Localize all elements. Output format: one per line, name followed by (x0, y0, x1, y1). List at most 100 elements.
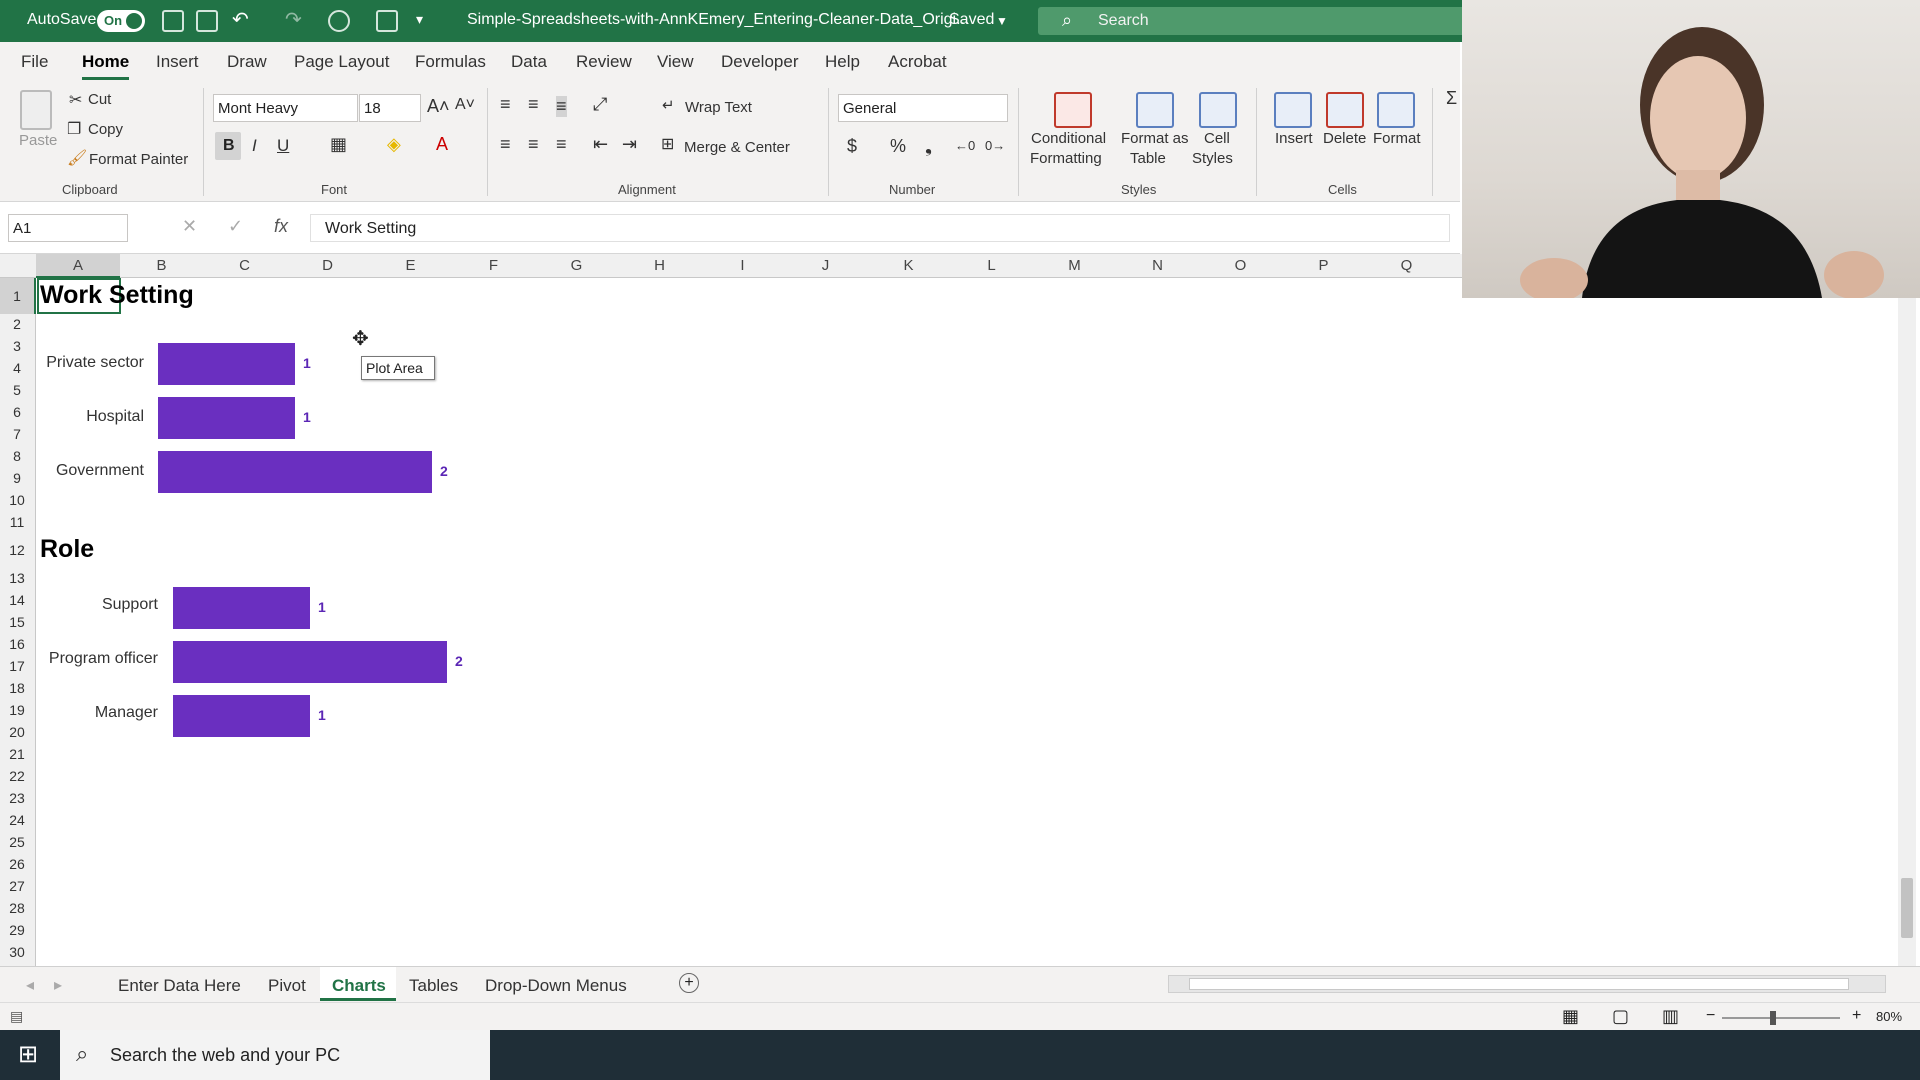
save-icon[interactable] (162, 10, 184, 32)
comma-icon[interactable]: ❟ (925, 136, 932, 157)
bar[interactable] (158, 343, 295, 385)
sheet-tab[interactable]: Drop-Down Menus (485, 976, 627, 996)
font-color-icon[interactable]: A (436, 134, 448, 155)
horizontal-scrollbar[interactable] (1168, 975, 1886, 993)
windows-start-icon[interactable]: ⊞ (18, 1040, 38, 1069)
orientation-icon[interactable]: ⤢ (593, 94, 607, 115)
sheet-tab[interactable]: Tables (409, 976, 458, 996)
redo-icon[interactable]: ↷ (285, 7, 302, 32)
row-header[interactable]: 5 (0, 382, 34, 398)
tab-formulas[interactable]: Formulas (415, 52, 486, 72)
saved-status[interactable]: Saved (949, 11, 994, 29)
autosave-toggle[interactable]: On (97, 10, 145, 32)
sheet-tab[interactable]: Enter Data Here (118, 976, 241, 996)
row-header[interactable]: 15 (0, 614, 34, 630)
customize-qat-icon[interactable]: ▾ (416, 11, 423, 28)
zoom-slider-thumb[interactable] (1770, 1011, 1776, 1025)
align-top-icon[interactable]: ≡ (500, 94, 511, 115)
search-box[interactable]: ⌕ Search (1038, 7, 1468, 35)
enter-icon[interactable]: ✓ (228, 216, 243, 237)
row-header[interactable]: 2 (0, 316, 34, 332)
scrollbar-thumb[interactable] (1901, 878, 1913, 938)
italic-button[interactable]: I (252, 136, 257, 156)
row-header[interactable]: 17 (0, 658, 34, 674)
prev-sheet-icon[interactable]: ◂ (26, 975, 34, 995)
column-header[interactable]: N (1116, 257, 1199, 274)
align-left-icon[interactable]: ≡ (500, 134, 511, 155)
row-header[interactable]: 16 (0, 636, 34, 652)
column-header[interactable]: A (36, 257, 120, 274)
page-break-view-icon[interactable]: ▥ (1662, 1006, 1679, 1027)
row-header[interactable]: 29 (0, 922, 34, 938)
align-right-icon[interactable]: ≡ (556, 134, 567, 155)
row-header[interactable]: 27 (0, 878, 34, 894)
chart-role[interactable]: Role Support Program officer Manager 1 2… (36, 530, 476, 750)
row-header[interactable]: 30 (0, 944, 34, 960)
column-header[interactable]: J (784, 257, 867, 274)
column-header[interactable]: L (950, 257, 1033, 274)
format-as-table-button[interactable]: Format as (1121, 130, 1189, 147)
column-header[interactable]: C (203, 257, 286, 274)
copy-button[interactable]: Copy (88, 121, 123, 138)
formula-input[interactable]: Work Setting (310, 214, 1450, 242)
tab-developer[interactable]: Developer (721, 52, 799, 72)
autosum-icon[interactable]: Σ (1446, 88, 1457, 109)
row-header[interactable]: 4 (0, 360, 34, 376)
chart-work-setting[interactable]: Work Setting Private sector Hospital Gov… (36, 278, 476, 508)
zoom-level[interactable]: 80% (1876, 1009, 1902, 1024)
print-preview-icon[interactable] (376, 10, 398, 32)
tab-home[interactable]: Home (82, 52, 130, 80)
column-header[interactable]: K (867, 257, 950, 274)
tab-acrobat[interactable]: Acrobat (888, 52, 947, 72)
row-header[interactable]: 3 (0, 338, 34, 354)
column-header[interactable]: B (120, 257, 203, 274)
bar[interactable] (173, 641, 447, 683)
macro-record-icon[interactable]: ▤ (10, 1008, 23, 1025)
bar[interactable] (158, 397, 295, 439)
decrease-font-icon[interactable]: A˅ (455, 96, 475, 114)
save-as-icon[interactable] (196, 10, 218, 32)
row-header[interactable]: 23 (0, 790, 34, 806)
bar[interactable] (173, 695, 310, 737)
column-header[interactable]: M (1033, 257, 1116, 274)
page-layout-view-icon[interactable]: ▢ (1612, 1006, 1629, 1027)
row-header[interactable]: 28 (0, 900, 34, 916)
row-header[interactable]: 7 (0, 426, 34, 442)
row-header[interactable]: 10 (0, 492, 34, 508)
column-header[interactable]: F (452, 257, 535, 274)
column-header[interactable]: E (369, 257, 452, 274)
wrap-text-button[interactable]: Wrap Text (685, 99, 752, 116)
name-box[interactable]: A1 (8, 214, 128, 242)
insert-cells-button[interactable]: Insert (1275, 130, 1313, 147)
row-header[interactable]: 11 (0, 514, 34, 530)
row-header[interactable]: 25 (0, 834, 34, 850)
align-center-icon[interactable]: ≡ (528, 134, 539, 155)
chevron-down-icon[interactable]: ▼ (996, 14, 1008, 28)
column-header[interactable]: P (1282, 257, 1365, 274)
column-header[interactable]: D (286, 257, 369, 274)
currency-icon[interactable]: $ (847, 136, 857, 157)
zoom-in-icon[interactable]: + (1852, 1007, 1861, 1025)
next-sheet-icon[interactable]: ▸ (54, 975, 62, 995)
taskbar-search[interactable]: ⌕ Search the web and your PC (60, 1030, 490, 1080)
row-header[interactable]: 22 (0, 768, 34, 784)
zoom-out-icon[interactable]: − (1706, 1007, 1715, 1025)
tab-data[interactable]: Data (511, 52, 547, 72)
undo-icon[interactable]: ↶ (232, 7, 249, 32)
merge-center-button[interactable]: Merge & Center (684, 139, 790, 156)
font-name-select[interactable]: Mont Heavy (213, 94, 358, 122)
decrease-decimal-icon[interactable]: 0→ (985, 138, 1005, 153)
row-header[interactable]: 26 (0, 856, 34, 872)
number-format-select[interactable]: General (838, 94, 1008, 122)
format-cells-button[interactable]: Format (1373, 130, 1421, 147)
paste-button[interactable]: Paste (19, 132, 57, 149)
format-painter-button[interactable]: Format Painter (89, 151, 188, 168)
sheet-tab-active[interactable]: Charts (332, 976, 386, 996)
sheet-tab[interactable]: Pivot (268, 976, 306, 996)
tab-review[interactable]: Review (576, 52, 632, 72)
increase-indent-icon[interactable]: ⇥ (622, 134, 637, 155)
align-middle-icon[interactable]: ≡ (528, 94, 539, 115)
column-header[interactable]: G (535, 257, 618, 274)
row-header[interactable]: 18 (0, 680, 34, 696)
conditional-formatting-button[interactable]: Conditional (1031, 130, 1106, 147)
